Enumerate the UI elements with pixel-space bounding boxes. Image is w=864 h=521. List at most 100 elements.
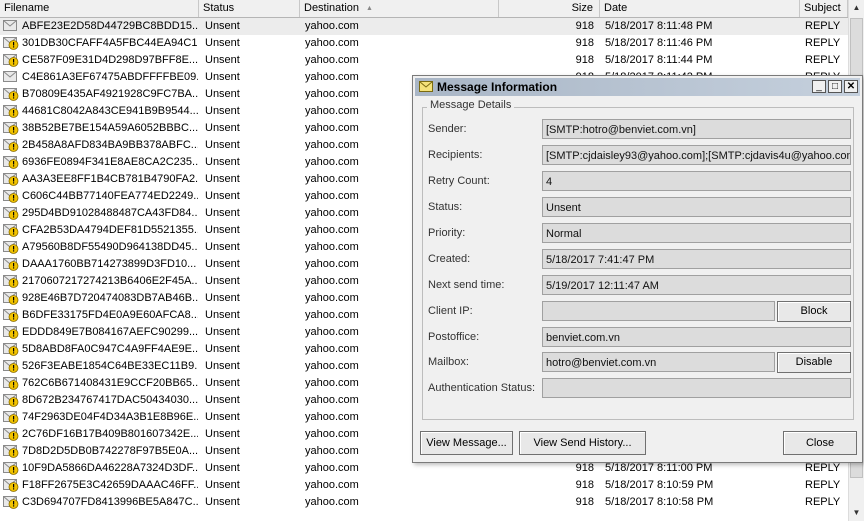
- client-ip-field[interactable]: [542, 301, 775, 321]
- retry-count-field[interactable]: 4: [542, 171, 851, 191]
- cell-status: Unsent: [205, 88, 240, 100]
- column-label: Size: [571, 2, 593, 14]
- cell-filename: 526F3EABE1854C64BE33EC11B9...: [22, 360, 198, 372]
- column-label: Date: [604, 2, 628, 14]
- column-header-subject[interactable]: Subject: [800, 0, 848, 17]
- cell-status: Unsent: [205, 37, 240, 49]
- dialog-titlebar[interactable]: Message Information _ □ ✕: [415, 78, 860, 96]
- warning-envelope-icon: [3, 479, 19, 492]
- cell-subject: REPLY: [805, 496, 841, 508]
- warning-envelope-icon: [3, 275, 19, 288]
- client-ip-label: Client IP:: [428, 305, 473, 317]
- recipients-label: Recipients:: [428, 149, 483, 161]
- next-send-time-field[interactable]: 5/19/2017 12:11:47 AM: [542, 275, 851, 295]
- column-header-size[interactable]: Size: [499, 0, 600, 17]
- warning-envelope-icon: [3, 377, 19, 390]
- created-field[interactable]: 5/18/2017 7:41:47 PM: [542, 249, 851, 269]
- mailbox-field[interactable]: hotro@benviet.com.vn: [542, 352, 775, 372]
- sender-field[interactable]: [SMTP:hotro@benviet.com.vn]: [542, 119, 851, 139]
- cell-status: Unsent: [205, 224, 240, 236]
- cell-size: 918: [575, 54, 594, 66]
- recipients-field[interactable]: [SMTP:cjdaisley93@yahoo.com];[SMTP:cjdav…: [542, 145, 851, 165]
- close-icon[interactable]: ✕: [844, 80, 858, 93]
- warning-envelope-icon: [3, 224, 19, 237]
- postoffice-field[interactable]: benviet.com.vn: [542, 327, 851, 347]
- cell-filename: C3D694707FD8413996BE5A847C...: [22, 496, 198, 508]
- cell-status: Unsent: [205, 207, 240, 219]
- table-row[interactable]: C3D694707FD8413996BE5A847C... Unsent yahoo…: [0, 494, 848, 511]
- priority-field[interactable]: Normal: [542, 223, 851, 243]
- maximize-icon[interactable]: □: [828, 80, 842, 93]
- warning-envelope-icon: [3, 326, 19, 339]
- priority-label: Priority:: [428, 227, 466, 239]
- column-header-destination[interactable]: Destination ▲: [300, 0, 499, 17]
- cell-status: Unsent: [205, 258, 240, 270]
- warning-envelope-icon: [3, 428, 19, 441]
- cell-filename: AA3A3EE8FF1B4CB781B4790FA2...: [22, 173, 198, 185]
- warning-envelope-icon: [3, 445, 19, 458]
- cell-status: Unsent: [205, 428, 240, 440]
- cell-filename: 301DB30CFAFF4A5FBC44EA94C1...: [22, 37, 198, 49]
- table-row[interactable]: ABFE23E2D58D44729BC8BDD15... Unsent yahoo.…: [0, 18, 848, 35]
- cell-filename: 5D8ABD8FA0C947C4A9FF4AE9E...: [22, 343, 198, 355]
- cell-date: 5/18/2017 8:11:44 PM: [605, 54, 713, 66]
- retry-count-label: Retry Count:: [428, 175, 490, 187]
- cell-subject: REPLY: [805, 479, 841, 491]
- cell-filename: 10F9DA5866DA46228A7324D3DF...: [22, 462, 198, 474]
- cell-filename: 2B458A8AFD834BA9BB378ABFC...: [22, 139, 198, 151]
- cell-subject: REPLY: [805, 20, 841, 32]
- cell-status: Unsent: [205, 496, 240, 508]
- envelope-icon: [3, 20, 17, 31]
- cell-filename: 2C76DF16B17B409B801607342E...: [22, 428, 198, 440]
- cell-filename: EDDD849E7B084167AEFC90299...: [22, 326, 198, 338]
- view-message-button[interactable]: View Message...: [420, 431, 513, 455]
- cell-status: Unsent: [205, 139, 240, 151]
- column-header-filename[interactable]: Filename: [0, 0, 199, 17]
- cell-status: Unsent: [205, 377, 240, 389]
- warning-envelope-icon: [3, 343, 19, 356]
- cell-date: 5/18/2017 8:11:46 PM: [605, 37, 713, 49]
- cell-filename: F18FF2675E3C42659DAAAC46FF...: [22, 479, 198, 491]
- sort-ascending-icon: ▲: [366, 5, 373, 12]
- cell-status: Unsent: [205, 241, 240, 253]
- cell-size: 918: [575, 479, 594, 491]
- cell-date: 5/18/2017 8:10:58 PM: [605, 496, 714, 508]
- view-send-history-button[interactable]: View Send History...: [519, 431, 646, 455]
- cell-destination: yahoo.com: [305, 20, 359, 32]
- cell-status: Unsent: [205, 122, 240, 134]
- cell-status: Unsent: [205, 445, 240, 457]
- table-row[interactable]: CE587F09E31D4D298D97BFF8E... Unsent yahoo.…: [0, 52, 848, 69]
- table-row[interactable]: 301DB30CFAFF4A5FBC44EA94C1... Unsent yahoo…: [0, 35, 848, 52]
- disable-button[interactable]: Disable: [777, 352, 851, 373]
- postoffice-label: Postoffice:: [428, 331, 480, 343]
- message-information-dialog: Message Information _ □ ✕ Message Detail…: [412, 75, 863, 463]
- cell-filename: DAAA1760BB714273899D3FD10...: [22, 258, 197, 270]
- cell-filename: 762C6B671408431E9CCF20BB65...: [22, 377, 198, 389]
- column-header-date[interactable]: Date: [600, 0, 800, 17]
- scroll-down-icon[interactable]: ▼: [849, 505, 864, 521]
- cell-filename: 2170607217274213B6406E2F45A...: [22, 275, 198, 287]
- warning-envelope-icon: [3, 394, 19, 407]
- block-button[interactable]: Block: [777, 301, 851, 322]
- warning-envelope-icon: [3, 122, 19, 135]
- warning-envelope-icon: [3, 139, 19, 152]
- cell-filename: 74F2963DE04F4D34A3B1E8B96E...: [22, 411, 198, 423]
- warning-envelope-icon: [3, 258, 19, 271]
- minimize-icon[interactable]: _: [812, 80, 826, 93]
- close-button[interactable]: Close: [783, 431, 857, 455]
- envelope-icon: [3, 71, 17, 82]
- cell-filename: B6DFE33175FD4E0A9E60AFCA8...: [22, 309, 198, 321]
- cell-filename: B70809E435AF4921928C9FC7BA...: [22, 88, 198, 100]
- status-field[interactable]: Unsent: [542, 197, 851, 217]
- table-row[interactable]: F18FF2675E3C42659DAAAC46FF... Unsent yahoo…: [0, 477, 848, 494]
- cell-status: Unsent: [205, 190, 240, 202]
- cell-filename: CE587F09E31D4D298D97BFF8E...: [22, 54, 198, 66]
- warning-envelope-icon: [3, 462, 19, 475]
- column-header-status[interactable]: Status: [199, 0, 300, 17]
- authentication-status-field[interactable]: [542, 378, 851, 398]
- column-label: Filename: [4, 2, 50, 14]
- scroll-up-icon[interactable]: ▲: [849, 0, 864, 16]
- cell-filename: 44681C8042A843CE941B9B9544...: [22, 105, 198, 117]
- dialog-title: Message Information: [437, 80, 558, 94]
- warning-envelope-icon: [3, 190, 19, 203]
